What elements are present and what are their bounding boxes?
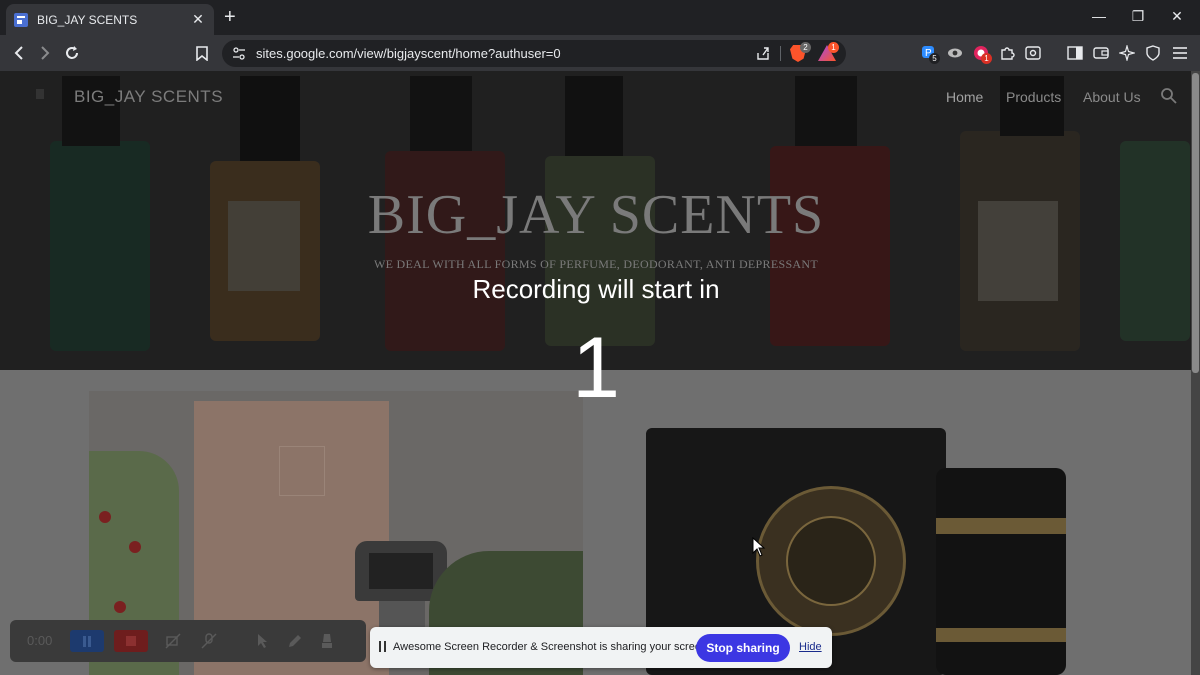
wallet-button[interactable] [1092,44,1110,62]
wallet-icon [1093,47,1109,59]
leo-ai-button[interactable] [1118,44,1136,62]
google-sites-favicon-icon [14,12,28,27]
tab-strip: BIG_JAY SCENTS ✕ + — ❐ ✕ [0,0,1200,35]
nav-home-link[interactable]: Home [946,89,983,105]
site-name[interactable]: BIG_JAY SCENTS [74,87,223,107]
site-logo-icon[interactable] [36,89,44,99]
bookmark-button[interactable] [192,43,212,63]
capture-button[interactable] [1024,44,1042,62]
sparkle-icon [1119,45,1135,61]
screen-sharing-bar: Awesome Screen Recorder & Screenshot is … [370,627,832,668]
sharing-pause-icon [379,641,386,652]
microphone-off-icon [201,633,217,649]
pointer-icon [258,634,267,648]
extension-c-badge: 1 [981,53,992,64]
window-minimize-button[interactable]: — [1089,8,1109,24]
scrollbar-thumb[interactable] [1192,73,1199,373]
site-settings-icon[interactable] [232,47,246,60]
hero-subtitle: WE DEAL WITH ALL FORMS OF PERFUME, DEODO… [374,257,818,271]
shield-icon [1146,45,1160,61]
forward-arrow-icon [41,46,50,60]
tab-title: BIG_JAY SCENTS [37,12,138,27]
extensions-button[interactable] [998,44,1016,62]
back-button[interactable] [9,43,29,63]
recording-timer: 0:00 [27,633,53,648]
stop-sharing-button[interactable]: Stop sharing [696,634,790,662]
window-close-button[interactable]: ✕ [1167,8,1187,25]
page-scrollbar[interactable] [1191,71,1200,675]
pause-icon [83,635,91,647]
search-icon[interactable] [1160,87,1178,105]
stop-icon [126,636,136,646]
vpn-button[interactable] [1144,44,1162,62]
cursor-tool-button[interactable] [254,632,272,650]
forward-button[interactable] [35,43,55,63]
pen-icon [289,635,301,647]
stop-recording-button[interactable] [114,630,148,652]
camera-icon [1025,46,1041,60]
menu-button[interactable] [1171,44,1189,62]
screen: BIG_JAY SCENTS ✕ + — ❐ ✕ sites.google.co… [0,0,1200,675]
mouse-cursor-icon [752,537,766,557]
hamburger-menu-icon [1173,47,1187,59]
highlighter-icon [322,634,332,648]
shields-count-badge: 2 [800,42,811,53]
reload-button[interactable] [62,43,82,63]
sharing-message: Awesome Screen Recorder & Screenshot is … [393,641,711,653]
nav-about-us-link[interactable]: About Us [1083,89,1141,105]
nav-products-link[interactable]: Products [1006,89,1061,105]
camera-off-icon [165,633,181,649]
extension-eye-button[interactable] [946,44,964,62]
omnibox-divider [780,46,781,61]
puzzle-icon [1001,47,1015,60]
recorder-control-bar: 0:00 [10,620,366,662]
sidebar-button[interactable] [1066,44,1084,62]
address-bar[interactable]: sites.google.com/view/bigjayscent/home?a… [222,40,846,67]
rewards-count-badge: 1 [828,42,839,53]
sidebar-icon [1067,46,1083,60]
url-text[interactable]: sites.google.com/view/bigjayscent/home?a… [256,46,561,61]
countdown-label: Recording will start in [472,274,720,304]
countdown-number: 1 [572,320,620,416]
pen-tool-button[interactable] [286,632,304,650]
eye-icon [948,48,962,58]
tab-close-icon[interactable]: ✕ [190,11,206,28]
camera-off-button[interactable] [164,632,182,650]
extension-p-badge: 5 [929,53,940,64]
reload-icon [66,46,78,59]
hero-title: BIG_JAY SCENTS [367,184,825,246]
back-arrow-icon [14,46,23,60]
window-restore-button[interactable]: ❐ [1128,8,1148,25]
share-icon[interactable] [755,45,771,61]
pause-button[interactable] [70,630,104,652]
browser-toolbar: sites.google.com/view/bigjayscent/home?a… [0,35,1200,71]
extension-recorder-button[interactable]: 1 [972,44,992,64]
hide-sharing-bar-link[interactable]: Hide [799,641,822,653]
highlighter-tool-button[interactable] [318,632,336,650]
mic-off-button[interactable] [200,632,218,650]
bookmark-icon [196,45,208,61]
extension-p-button[interactable]: P 5 [920,44,940,64]
browser-tab[interactable]: BIG_JAY SCENTS ✕ [6,4,214,35]
new-tab-button[interactable]: + [224,7,236,27]
